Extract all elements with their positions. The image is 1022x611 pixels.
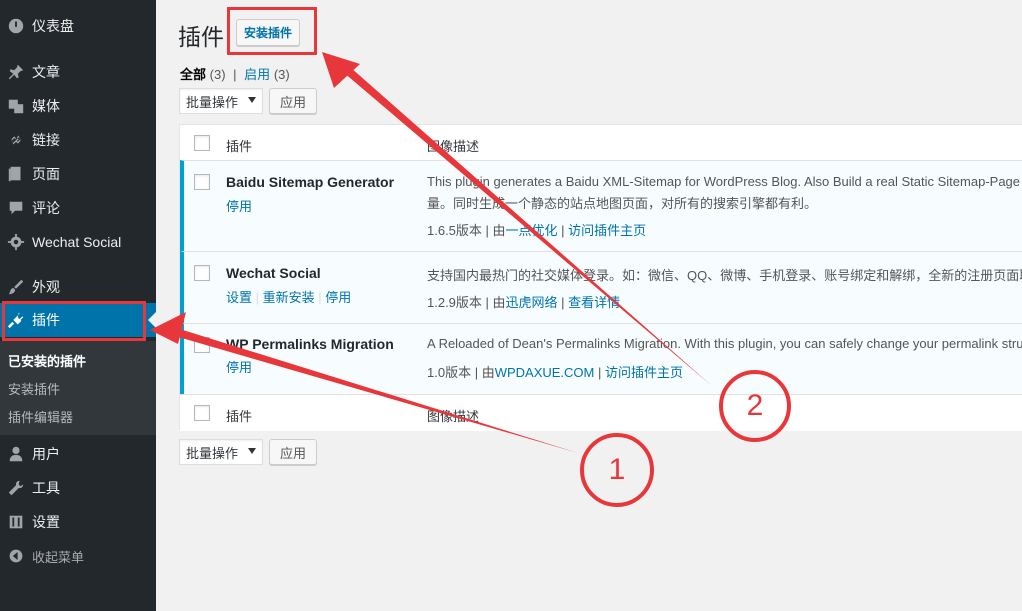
arrow-to-add-new [336,60,712,386]
annotation-arrows [150,52,712,453]
arrow-head-plugins-menu [150,312,186,344]
arrow-head-add-new [322,52,360,88]
annotation-circle-2: 2 [719,370,791,442]
arrow-to-plugins-menu [168,326,578,453]
annotation-circle-1: 1 [580,433,654,507]
